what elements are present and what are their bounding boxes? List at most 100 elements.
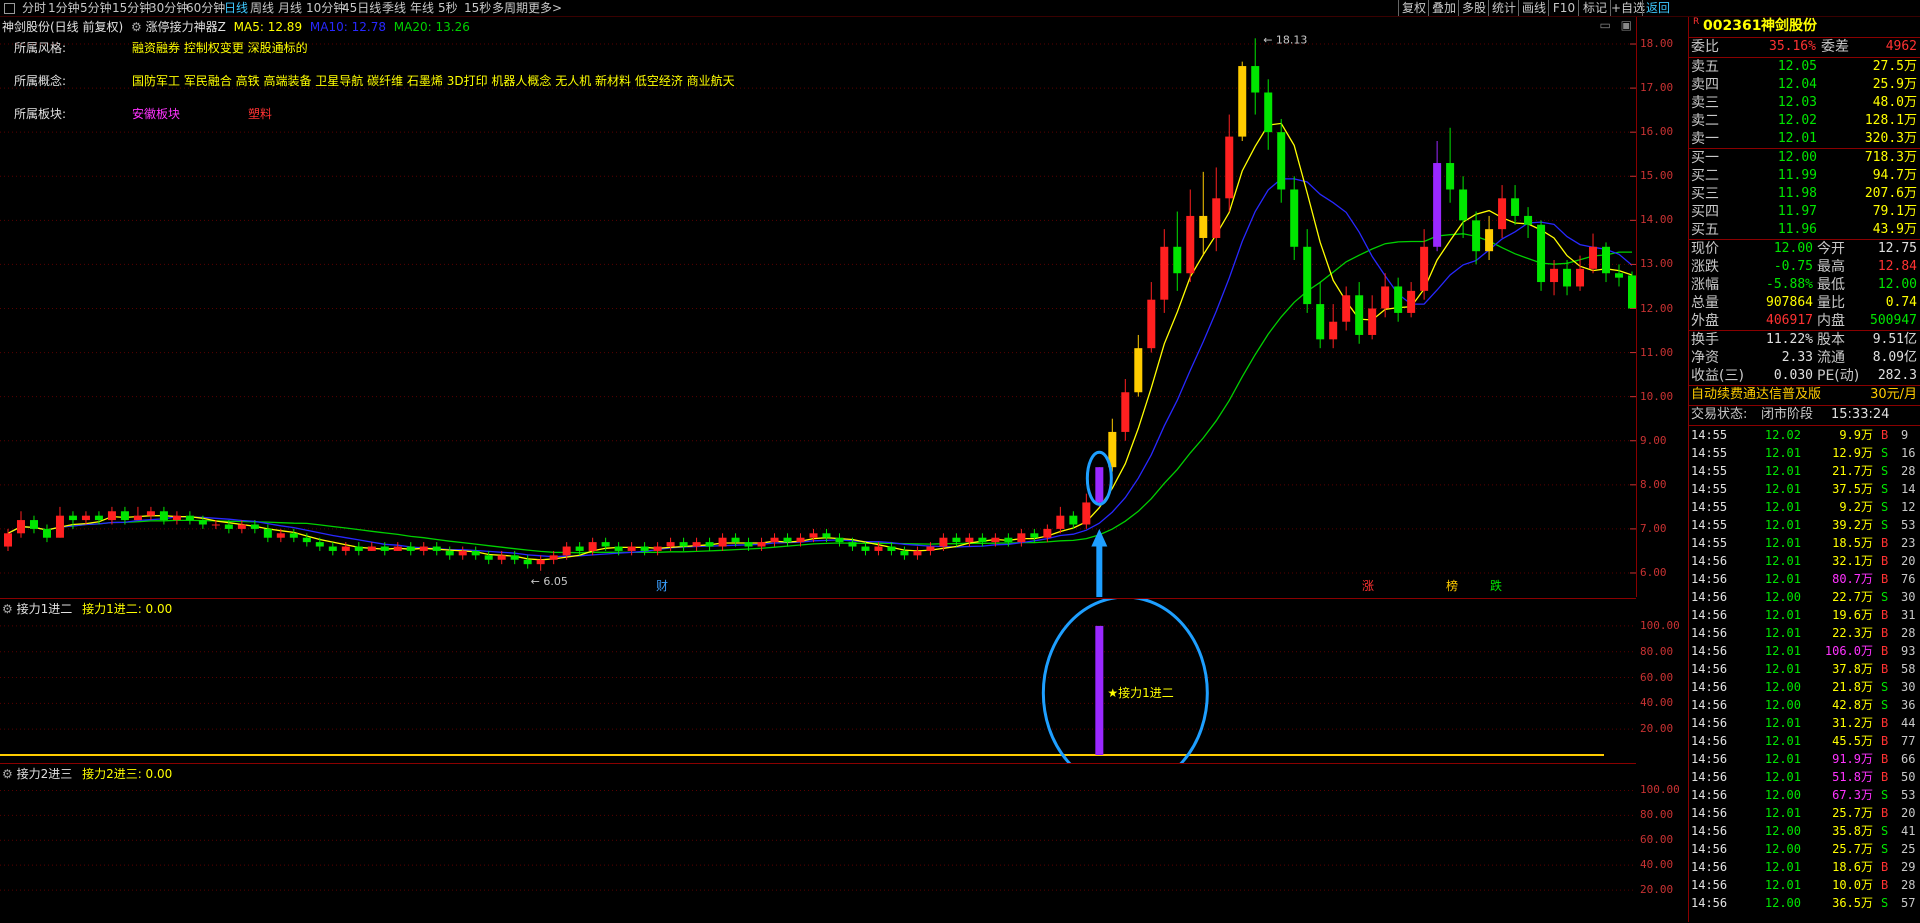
ask-price: 12.03: [1777, 95, 1817, 110]
period-7[interactable]: 周线: [250, 0, 274, 16]
period-0[interactable]: 分时: [22, 0, 46, 16]
tool-4[interactable]: 画线: [1518, 0, 1549, 16]
tick-row: 14:56 12.01 31.2万 B 44: [1689, 714, 1920, 732]
candle: [1095, 467, 1104, 507]
bang-tag: 榜: [1446, 578, 1458, 593]
indicator-panel-1[interactable]: ⚙ 接力1进二 接力1进二: 0.00 ★接力1进二 100.00 80.00 60…: [0, 598, 1680, 763]
period-1[interactable]: 1分钟: [48, 0, 80, 16]
period-13[interactable]: 5秒: [438, 0, 458, 16]
tick-side: B: [1881, 860, 1889, 874]
tick-row: 14:55 12.01 39.2万 S 53: [1689, 516, 1920, 534]
tick-time: 14:55: [1691, 428, 1728, 442]
period-4[interactable]: 30分钟: [149, 0, 188, 16]
indicator2-axis: 100.00 80.00 60.00 40.00 20.00: [1636, 764, 1688, 923]
candle: [419, 542, 428, 556]
tool-0[interactable]: 复权: [1398, 0, 1429, 16]
tick-side: B: [1881, 716, 1889, 730]
bid-price: 11.97: [1777, 204, 1817, 219]
bid-label: 买三: [1691, 186, 1719, 202]
tick-row: 14:55 12.01 37.5万 S 14: [1689, 480, 1920, 498]
tick-count: 44: [1901, 716, 1916, 730]
period-11[interactable]: 季线: [382, 0, 406, 16]
tick-volume: 37.5万: [1832, 482, 1873, 496]
tick-row: 14:56 12.00 22.7万 S 30: [1689, 588, 1920, 606]
tick-row: 14:56 12.01 106.0万 B 93: [1689, 642, 1920, 660]
period-5[interactable]: 60分钟: [186, 0, 225, 16]
ad-price: 30元/月: [1870, 387, 1917, 402]
tick-time: 14:56: [1691, 608, 1728, 622]
stat-value: 282.3: [1877, 368, 1917, 383]
tick-time: 14:56: [1691, 644, 1728, 658]
tick-time: 14:56: [1691, 662, 1728, 676]
period-3[interactable]: 15分钟: [112, 0, 151, 16]
tick-row: 14:56 12.01 18.6万 B 29: [1689, 858, 1920, 876]
price-tick-label: 16.00: [1640, 125, 1674, 139]
stat-row: 涨幅 -5.88% 最低 12.00: [1689, 276, 1920, 294]
period-8[interactable]: 月线: [278, 0, 302, 16]
tick-count: 57: [1901, 896, 1916, 910]
period-10[interactable]: 45日线: [342, 0, 381, 16]
candle: [1537, 220, 1546, 291]
tick-row: 14:55 12.01 12.9万 S 16: [1689, 444, 1920, 462]
highlight-circle: [1041, 599, 1209, 763]
tool-6[interactable]: 标记: [1578, 0, 1611, 16]
indicator-panel-2[interactable]: ⚙ 接力2进三 接力2进三: 0.00 100.00 80.00 60.00 40.0…: [0, 763, 1680, 923]
period-9[interactable]: 10分钟: [306, 0, 345, 16]
stat-value: 907864: [1766, 295, 1813, 310]
candle: [289, 528, 298, 543]
tool-1[interactable]: 叠加: [1428, 0, 1459, 16]
tick-price: 12.01: [1764, 536, 1801, 550]
stock-code: 002361: [1703, 18, 1762, 34]
r-badge-icon: R: [1693, 17, 1700, 27]
ind-tick-label: 80.00: [1640, 808, 1674, 822]
tool-8[interactable]: 返回: [1642, 0, 1673, 16]
tick-time: 14:56: [1691, 806, 1728, 820]
stat-value: 12.00: [1877, 277, 1917, 292]
candle: [913, 546, 922, 560]
tool-3[interactable]: 统计: [1488, 0, 1519, 16]
tick-price: 12.01: [1764, 734, 1801, 748]
period-16[interactable]: 更多>: [528, 0, 562, 16]
tool-5[interactable]: F10: [1548, 0, 1579, 16]
candle: [1550, 260, 1559, 296]
die-tag: 跌: [1490, 578, 1502, 593]
period-15[interactable]: 多周期: [492, 0, 528, 16]
period-12[interactable]: 年线: [410, 0, 434, 16]
tick-count: 12: [1901, 500, 1916, 514]
stat-label: 现价: [1691, 241, 1719, 257]
stat-label: 最高: [1817, 259, 1845, 275]
ad-row[interactable]: 自动续费通达信普及版 30元/月: [1689, 386, 1920, 404]
candle: [1082, 493, 1091, 529]
weibi-value: 35.16%: [1769, 39, 1816, 54]
bid-volume: 94.7万: [1872, 168, 1917, 183]
candle: [406, 542, 415, 556]
bid-price: 11.99: [1777, 168, 1817, 183]
tick-count: 36: [1901, 698, 1916, 712]
candle: [458, 546, 467, 560]
bid-volume: 718.3万: [1864, 150, 1917, 165]
ask-volume: 128.1万: [1864, 113, 1917, 128]
tick-time: 14:55: [1691, 500, 1728, 514]
quote-panel: R 002361 神剑股份 委比 35.16% 委差 4962 卖五 12.05 27.5万 卖四 1…: [1688, 17, 1920, 922]
stat-label: 涨跌: [1691, 259, 1719, 275]
period-6[interactable]: 日线: [224, 0, 248, 16]
ask-row: 卖二 12.02 128.1万: [1689, 112, 1920, 130]
tool-7[interactable]: +自选: [1610, 0, 1645, 16]
period-2[interactable]: 5分钟: [80, 0, 112, 16]
tick-side: B: [1881, 536, 1889, 550]
kline-chart[interactable]: 神剑股份(日线 前复权) ⚙ 涨停接力神器Z MA5: 12.89 MA10: …: [0, 17, 1673, 597]
ask-price: 12.05: [1777, 59, 1817, 74]
kline-plot[interactable]: ← 18.13 ← 6.05 财 涨 榜 跌: [0, 17, 1636, 597]
layout-icon[interactable]: [4, 3, 15, 14]
candle: [770, 533, 779, 547]
tick-time: 14:56: [1691, 572, 1728, 586]
tool-2[interactable]: 多股: [1458, 0, 1489, 16]
stock-name: 神剑股份: [1761, 18, 1817, 34]
tick-time: 14:56: [1691, 554, 1728, 568]
ask-label: 卖二: [1691, 113, 1719, 129]
candle: [484, 550, 493, 565]
tick-volume: 91.9万: [1832, 752, 1873, 766]
candle: [1121, 379, 1130, 441]
period-14[interactable]: 15秒: [464, 0, 491, 16]
tick-volume: 25.7万: [1832, 842, 1873, 856]
